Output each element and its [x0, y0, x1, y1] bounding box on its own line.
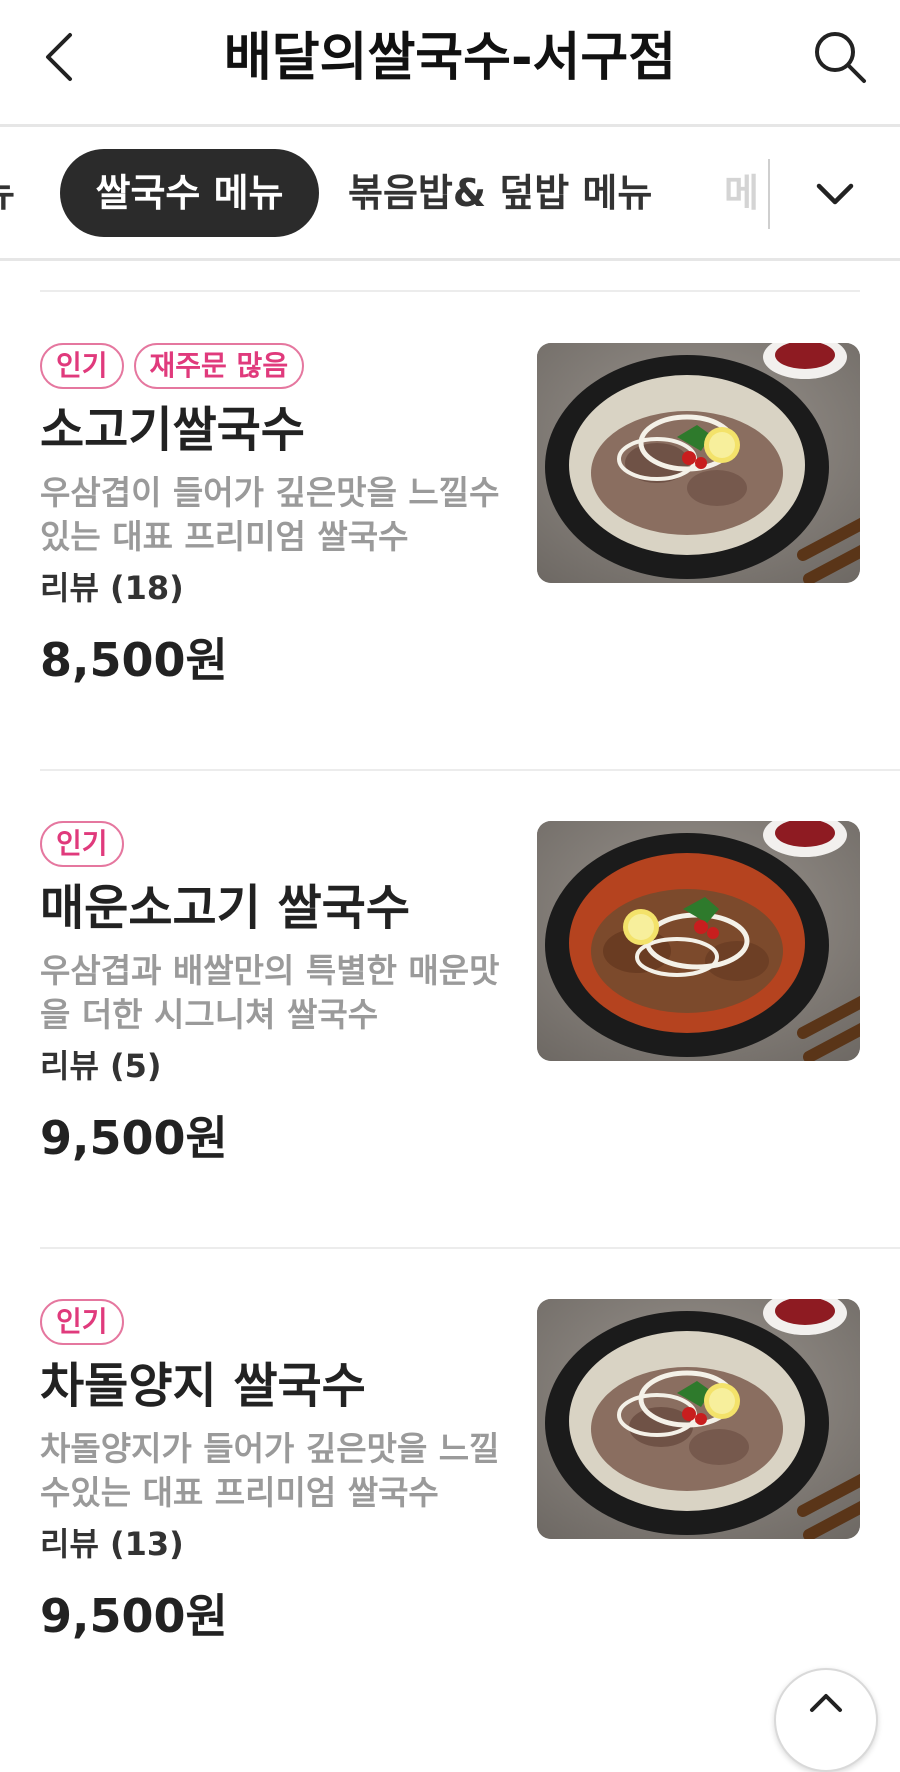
arrow-up-icon: [810, 1694, 842, 1712]
brisket-pho-bowl-image: [537, 1299, 860, 1539]
menu-item[interactable]: 인기 매운소고기 쌀국수 우삼겹과 배쌀만의 특별한 매운맛을 더한 시그니쳐 …: [0, 771, 900, 1249]
tab-rice-noodle-menu[interactable]: 쌀국수 메뉴: [60, 149, 319, 237]
tab-previous-category[interactable]: 뉴: [0, 149, 15, 237]
menu-item-name: 차돌양지 쌀국수: [40, 1358, 366, 1414]
review-count[interactable]: 리뷰 (5): [40, 1044, 162, 1088]
menu-item-photo[interactable]: [537, 343, 860, 583]
divider: [40, 290, 860, 292]
menu-item-description: 차돌양지가 들어가 깊은맛을 느낄수있는 대표 프리미엄 쌀국수: [40, 1429, 500, 1512]
search-icon: [815, 32, 866, 83]
popular-badge: 인기: [40, 343, 124, 389]
back-button[interactable]: [30, 22, 90, 92]
reorder-badge: 재주문 많음: [133, 343, 305, 389]
menu-item-price: 8,500원: [40, 633, 228, 687]
chevron-left-icon: [46, 33, 72, 81]
menu-item-price: 9,500원: [40, 1589, 228, 1643]
pho-bowl-image: [537, 343, 860, 583]
menu-item-name: 소고기쌀국수: [40, 402, 305, 458]
menu-item-price: 9,500원: [40, 1111, 228, 1165]
popular-badge: 인기: [40, 821, 124, 867]
menu-item-photo[interactable]: [537, 821, 860, 1061]
tab-fried-rice-menu[interactable]: 볶음밥& 덮밥 메뉴: [348, 149, 652, 237]
popular-badge: 인기: [40, 1299, 124, 1345]
menu-item-name: 매운소고기 쌀국수: [40, 880, 410, 936]
badge-group: 인기: [40, 821, 124, 867]
page-title: 배달의쌀국수-서구점: [223, 28, 677, 88]
menu-item[interactable]: 인기 차돌양지 쌀국수 차돌양지가 들어가 깊은맛을 느낄수있는 대표 프리미엄…: [0, 1249, 900, 1727]
review-count[interactable]: 리뷰 (18): [40, 566, 184, 610]
chevron-down-icon: [816, 183, 854, 205]
category-tabs: 뉴 쌀국수 메뉴 볶음밥& 덮밥 메뉴 메: [0, 127, 900, 261]
scroll-to-top-button[interactable]: [774, 1668, 878, 1772]
menu-item-photo[interactable]: [537, 1299, 860, 1539]
menu-item-description: 우삼겹과 배쌀만의 특별한 매운맛을 더한 시그니쳐 쌀국수: [40, 951, 500, 1034]
search-button[interactable]: [802, 22, 878, 92]
badge-group: 인기: [40, 1299, 124, 1345]
spicy-pho-bowl-image: [537, 821, 860, 1061]
tab-next-category[interactable]: 메: [724, 149, 768, 237]
app-header: 배달의쌀국수-서구점: [0, 0, 900, 127]
expand-categories-button[interactable]: [800, 159, 870, 229]
review-count[interactable]: 리뷰 (13): [40, 1522, 184, 1566]
menu-item[interactable]: 인기 재주문 많음 소고기쌀국수 우삼겹이 들어가 깊은맛을 느낄수있는 대표 …: [0, 293, 900, 771]
badge-group: 인기 재주문 많음: [40, 343, 305, 389]
menu-item-description: 우삼겹이 들어가 깊은맛을 느낄수있는 대표 프리미엄 쌀국수: [40, 473, 500, 556]
tabs-divider: [768, 159, 770, 229]
